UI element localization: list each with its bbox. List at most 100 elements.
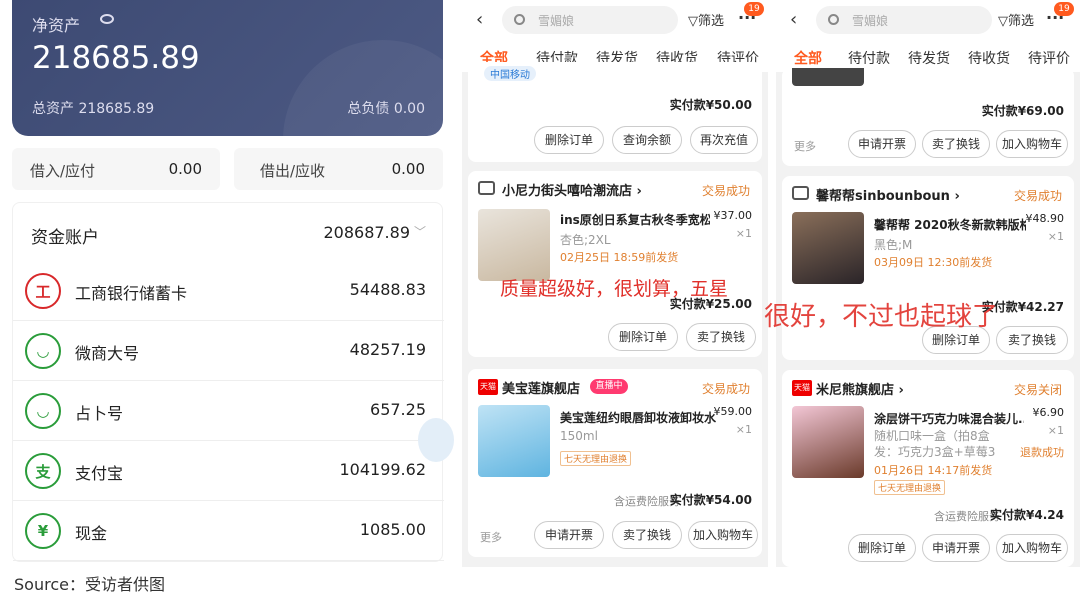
fund-total: 208687.89: [323, 223, 410, 242]
total-liabilities: 总负债 0.00: [347, 101, 425, 117]
paid-amount: 实付款¥69.00: [981, 104, 1064, 118]
tab-pending-payment[interactable]: 待付款: [848, 48, 890, 68]
paid-amount: 实付款¥54.00: [669, 493, 752, 507]
orders-panel-right: ‹ 雪媚娘 ▽筛选 ··· 19 全部 待付款 待发货 待收货 待评价 实付款¥…: [776, 0, 1080, 567]
tab-pending-review[interactable]: 待评价: [1028, 48, 1070, 68]
order-card: 中国移动 实付款¥50.00 删除订单 查询余额 再次充值: [468, 62, 762, 162]
notification-badge: 19: [744, 2, 764, 16]
lend-box[interactable]: 借出/应收 0.00: [234, 148, 443, 190]
product-title[interactable]: 馨帮帮 2020秋冬新款韩版格...: [874, 216, 1026, 233]
chevron-down-icon[interactable]: ﹀: [414, 223, 426, 240]
product-qty: ×1: [735, 423, 752, 436]
alipay-icon: 支: [25, 453, 61, 489]
lend-label: 借出/应收: [260, 162, 326, 180]
asset-panel: 净资产 218685.89 总资产 218685.89 总负债 0.00 借入/…: [0, 0, 455, 567]
product-image[interactable]: [478, 209, 550, 281]
total-assets: 总资产 218685.89: [32, 101, 155, 117]
tab-pending-shipment[interactable]: 待发货: [908, 48, 950, 68]
order-card: 实付款¥69.00 更多 申请开票 卖了换钱 加入购物车: [782, 68, 1074, 166]
product-price: ¥59.00: [713, 405, 753, 418]
product-price: ¥6.90: [1032, 406, 1065, 419]
product-image[interactable]: [792, 212, 864, 284]
resell-button[interactable]: 卖了换钱: [686, 323, 756, 351]
source-caption: Source：受访者供图: [14, 575, 165, 594]
back-icon[interactable]: ‹: [790, 9, 797, 30]
product-price: ¥37.00: [713, 209, 753, 222]
product-price: ¥48.90: [1025, 212, 1065, 225]
paid-amount: 实付款¥50.00: [669, 98, 752, 112]
account-row[interactable]: 工工商银行储蓄卡 54488.83: [13, 261, 444, 321]
tab-all[interactable]: 全部: [794, 48, 822, 68]
shop-name[interactable]: 美宝莲旗舰店: [502, 378, 580, 397]
review-overlay: 很好，不过也起球了: [764, 302, 999, 332]
product-image[interactable]: [792, 68, 864, 86]
ship-deadline: 02月25日 18:59前发货: [560, 251, 679, 264]
add-to-cart-button[interactable]: 加入购物车: [688, 521, 758, 549]
search-input[interactable]: 雪媚娘: [816, 6, 992, 34]
check-balance-button[interactable]: 查询余额: [612, 126, 682, 154]
account-amount: 1085.00: [359, 520, 426, 539]
order-status: 交易成功: [1013, 189, 1062, 203]
product-sku: 150ml: [560, 429, 598, 443]
apply-invoice-button[interactable]: 申请开票: [534, 521, 604, 549]
yuan-icon: ¥: [25, 513, 61, 549]
more-link[interactable]: 更多: [480, 529, 502, 545]
back-icon[interactable]: ‹: [476, 9, 483, 30]
fund-accounts-card: 资金账户 208687.89 ﹀ 工工商银行储蓄卡 54488.83 ◡ 微商大号 48…: [12, 202, 444, 562]
add-to-cart-button[interactable]: 加入购物车: [996, 130, 1068, 158]
eye-icon[interactable]: [100, 14, 114, 24]
refund-status: 退款成功: [1020, 446, 1064, 459]
product-title[interactable]: 涂层饼干巧克力味混合装儿...: [874, 410, 1024, 427]
delete-order-button[interactable]: 删除订单: [534, 126, 604, 154]
net-worth-card: 净资产 218685.89 总资产 218685.89 总负债 0.00: [12, 0, 443, 136]
product-title[interactable]: ins原创日系复古秋冬季宽松...: [560, 211, 710, 228]
add-to-cart-button[interactable]: 加入购物车: [996, 534, 1068, 562]
product-image[interactable]: [478, 405, 550, 477]
resell-button[interactable]: 卖了换钱: [922, 130, 990, 158]
account-row[interactable]: 支支付宝 104199.62: [13, 441, 444, 501]
icbc-icon: 工: [25, 273, 61, 309]
tab-pending-receipt[interactable]: 待收货: [968, 48, 1010, 68]
return-policy-tag: 七天无理由退换: [560, 451, 632, 466]
order-status: 交易关闭: [1013, 383, 1062, 397]
apply-invoice-button[interactable]: 申请开票: [922, 534, 990, 562]
account-amount: 657.25: [370, 400, 426, 419]
filter-button[interactable]: ▽筛选: [688, 10, 724, 29]
delete-order-button[interactable]: 删除订单: [608, 323, 678, 351]
tmall-icon: 天猫: [792, 380, 812, 396]
net-worth-label: 净资产: [32, 16, 81, 35]
product-qty: ×1: [1047, 230, 1064, 243]
account-name: 工商银行储蓄卡: [75, 284, 188, 303]
recharge-button[interactable]: 再次充值: [690, 126, 758, 154]
shop-name[interactable]: 米尼熊旗舰店 ›: [816, 379, 904, 398]
delete-order-button[interactable]: 删除订单: [848, 534, 916, 562]
shop-name[interactable]: 小尼力街头嘻哈潮流店 ›: [502, 180, 642, 199]
apply-invoice-button[interactable]: 申请开票: [848, 130, 916, 158]
search-icon: [828, 14, 839, 25]
more-link[interactable]: 更多: [794, 138, 816, 154]
search-input[interactable]: 雪媚娘: [502, 6, 678, 34]
shop-name[interactable]: 馨帮帮sinbounboun ›: [816, 185, 960, 204]
product-qty: ×1: [1047, 424, 1064, 437]
ship-deadline: 03月09日 12:30前发货: [874, 256, 993, 269]
carrier-label: 中国移动: [484, 66, 536, 81]
account-name: 占卜号: [75, 404, 124, 423]
account-amount: 104199.62: [339, 460, 426, 479]
product-title[interactable]: 美宝莲纽约眼唇卸妆液卸妆水...: [560, 409, 716, 426]
resell-button[interactable]: 卖了换钱: [612, 521, 682, 549]
account-row[interactable]: ◡ 占卜号 657.25: [13, 381, 444, 441]
borrow-box[interactable]: 借入/应付 0.00: [12, 148, 220, 190]
review-overlay: 质量超级好，很划算，五星: [500, 278, 729, 300]
product-sku: 黑色;M: [874, 238, 913, 252]
borrow-value: 0.00: [168, 160, 202, 178]
shop-icon: [478, 181, 495, 195]
account-row[interactable]: ◡ 微商大号 48257.19: [13, 321, 444, 381]
account-amount: 54488.83: [349, 280, 426, 299]
account-row[interactable]: ¥ 现金 1085.00: [13, 501, 444, 561]
product-image[interactable]: [792, 406, 864, 478]
resell-button[interactable]: 卖了换钱: [996, 326, 1068, 354]
account-amount: 48257.19: [349, 340, 426, 359]
filter-button[interactable]: ▽筛选: [998, 10, 1034, 29]
wechat-icon: ◡: [25, 393, 61, 429]
account-name: 微商大号: [75, 344, 140, 363]
